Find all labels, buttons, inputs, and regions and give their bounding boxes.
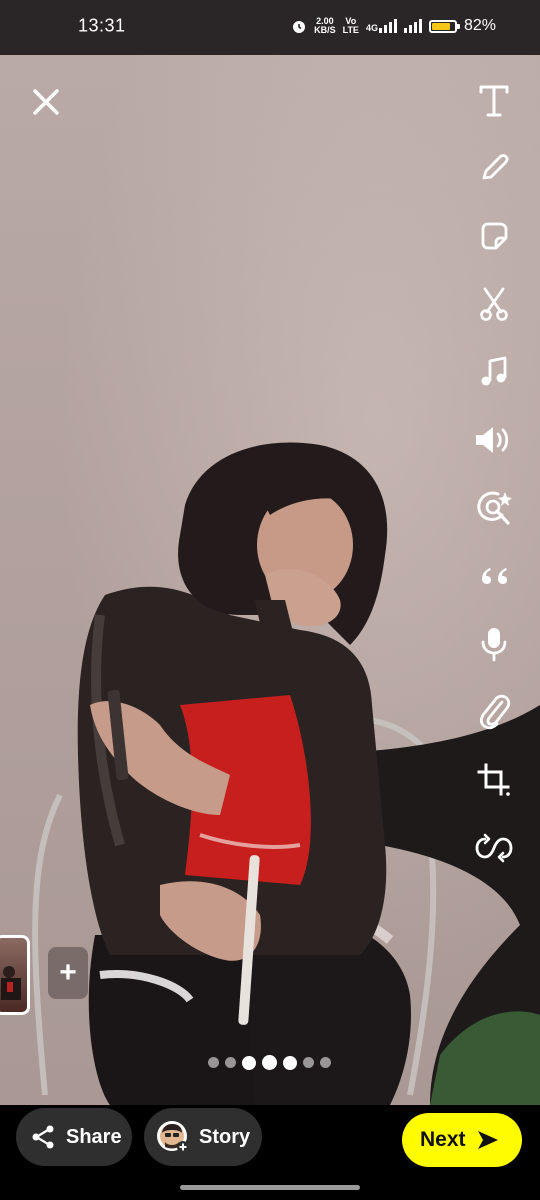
battery-icon — [428, 19, 460, 33]
signal-4g: 4G — [366, 19, 397, 33]
draw-tool-button[interactable] — [468, 146, 520, 190]
bitmoji-avatar-icon — [157, 1121, 189, 1153]
home-indicator[interactable] — [180, 1185, 360, 1190]
snap-thumbnail[interactable] — [0, 935, 30, 1015]
music-icon — [481, 356, 507, 386]
story-label: Story — [199, 1125, 251, 1148]
next-button[interactable]: Next — [402, 1113, 522, 1167]
story-button[interactable]: Story — [144, 1108, 262, 1166]
volte-badge: Vo LTE — [343, 17, 359, 35]
text-icon — [479, 85, 509, 117]
lens-search-icon — [477, 491, 512, 525]
page-dot — [320, 1057, 331, 1068]
page-dot — [225, 1057, 236, 1068]
close-button[interactable] — [28, 84, 64, 120]
add-icon: + — [59, 956, 77, 989]
close-icon — [33, 89, 59, 115]
status-time: 13:31 — [78, 15, 126, 36]
music-tool-button[interactable] — [468, 350, 520, 394]
page-dot — [242, 1055, 256, 1070]
editing-toolbar — [468, 78, 520, 894]
share-icon — [32, 1125, 54, 1149]
page-dot — [283, 1055, 297, 1070]
battery-fill — [431, 22, 450, 30]
attach-tool-button[interactable] — [468, 690, 520, 734]
sticker-tool-button[interactable] — [468, 214, 520, 258]
paperclip-icon — [479, 694, 511, 730]
signal-bars-2-icon — [403, 19, 422, 33]
volte-bottom: LTE — [342, 25, 359, 35]
net-speed: 2.00 KB/S — [314, 17, 336, 35]
share-label: Share — [66, 1125, 122, 1148]
lens-tool-button[interactable] — [468, 486, 520, 530]
page-dot — [208, 1057, 219, 1068]
status-bar: 13:31 2.00 KB/S Vo LTE 4G 82% — [0, 0, 540, 55]
signal-bars-1-icon — [378, 19, 397, 33]
network-type: 4G — [365, 23, 378, 33]
microphone-icon — [481, 628, 507, 662]
scissors-icon — [480, 287, 508, 321]
sound-tool-button[interactable] — [468, 418, 520, 462]
text-tool-button[interactable] — [468, 78, 520, 122]
add-snap-button[interactable]: + — [48, 947, 88, 999]
speed-unit: KB/S — [314, 25, 336, 35]
page-dot-active — [262, 1055, 277, 1070]
quote-icon — [482, 568, 507, 584]
scissors-tool-button[interactable] — [468, 282, 520, 326]
crop-tool-button[interactable] — [468, 758, 520, 802]
voice-tool-button[interactable] — [468, 622, 520, 666]
page-indicator — [208, 1055, 331, 1070]
alarm-icon — [293, 21, 306, 33]
thumbnail-image — [1, 966, 21, 1000]
share-button[interactable]: Share — [16, 1108, 132, 1166]
page-dot — [303, 1057, 314, 1068]
battery-percent: 82% — [463, 17, 496, 34]
next-label: Next — [420, 1128, 466, 1151]
pencil-icon — [482, 154, 509, 180]
crop-icon — [477, 763, 510, 796]
loop-tool-button[interactable] — [468, 826, 520, 870]
sound-icon — [476, 427, 509, 453]
quote-tool-button[interactable] — [468, 554, 520, 598]
send-arrow-icon — [477, 1131, 498, 1149]
status-icons: 2.00 KB/S Vo LTE 4G 82% — [291, 17, 496, 35]
loop-icon — [475, 833, 513, 863]
sticker-icon — [481, 222, 508, 250]
